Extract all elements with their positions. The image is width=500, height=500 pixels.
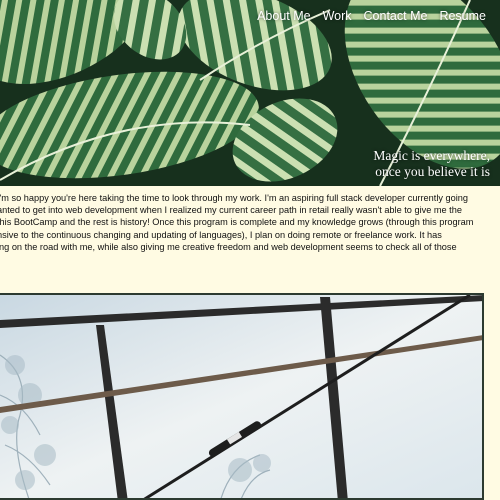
hero-tagline: Magic is everywhere, once you believe it… — [373, 148, 490, 180]
hero-banner: About Me Work Contact Me Resume Magic is… — [0, 0, 500, 186]
nav-link-about-me[interactable]: About Me — [251, 9, 317, 23]
hero-tagline-line-1: Magic is everywhere, — [373, 148, 490, 163]
greenhouse-image — [0, 295, 482, 498]
intro-line: I'm so happy you're here taking the time… — [0, 193, 468, 203]
nav-link-resume[interactable]: Resume — [433, 9, 492, 23]
intro-line: . — [0, 253, 500, 265]
intro-line: this BootCamp and the rest is history! O… — [0, 217, 474, 228]
hero-tagline-line-2: once you believe it is — [375, 164, 490, 179]
greenhouse-photo — [0, 293, 484, 500]
nav-link-contact-me[interactable]: Contact Me — [358, 9, 434, 23]
main-nav: About Me Work Contact Me Resume — [251, 9, 492, 23]
intro-line: nsive to the continuous changing and upd… — [0, 229, 442, 240]
intro-line: ing on the road with me, while also givi… — [0, 241, 457, 252]
nav-link-work[interactable]: Work — [317, 9, 358, 23]
intro-line: anted to get into web development when I… — [0, 205, 462, 216]
intro-paragraph: I'm so happy you're here taking the time… — [0, 192, 500, 265]
